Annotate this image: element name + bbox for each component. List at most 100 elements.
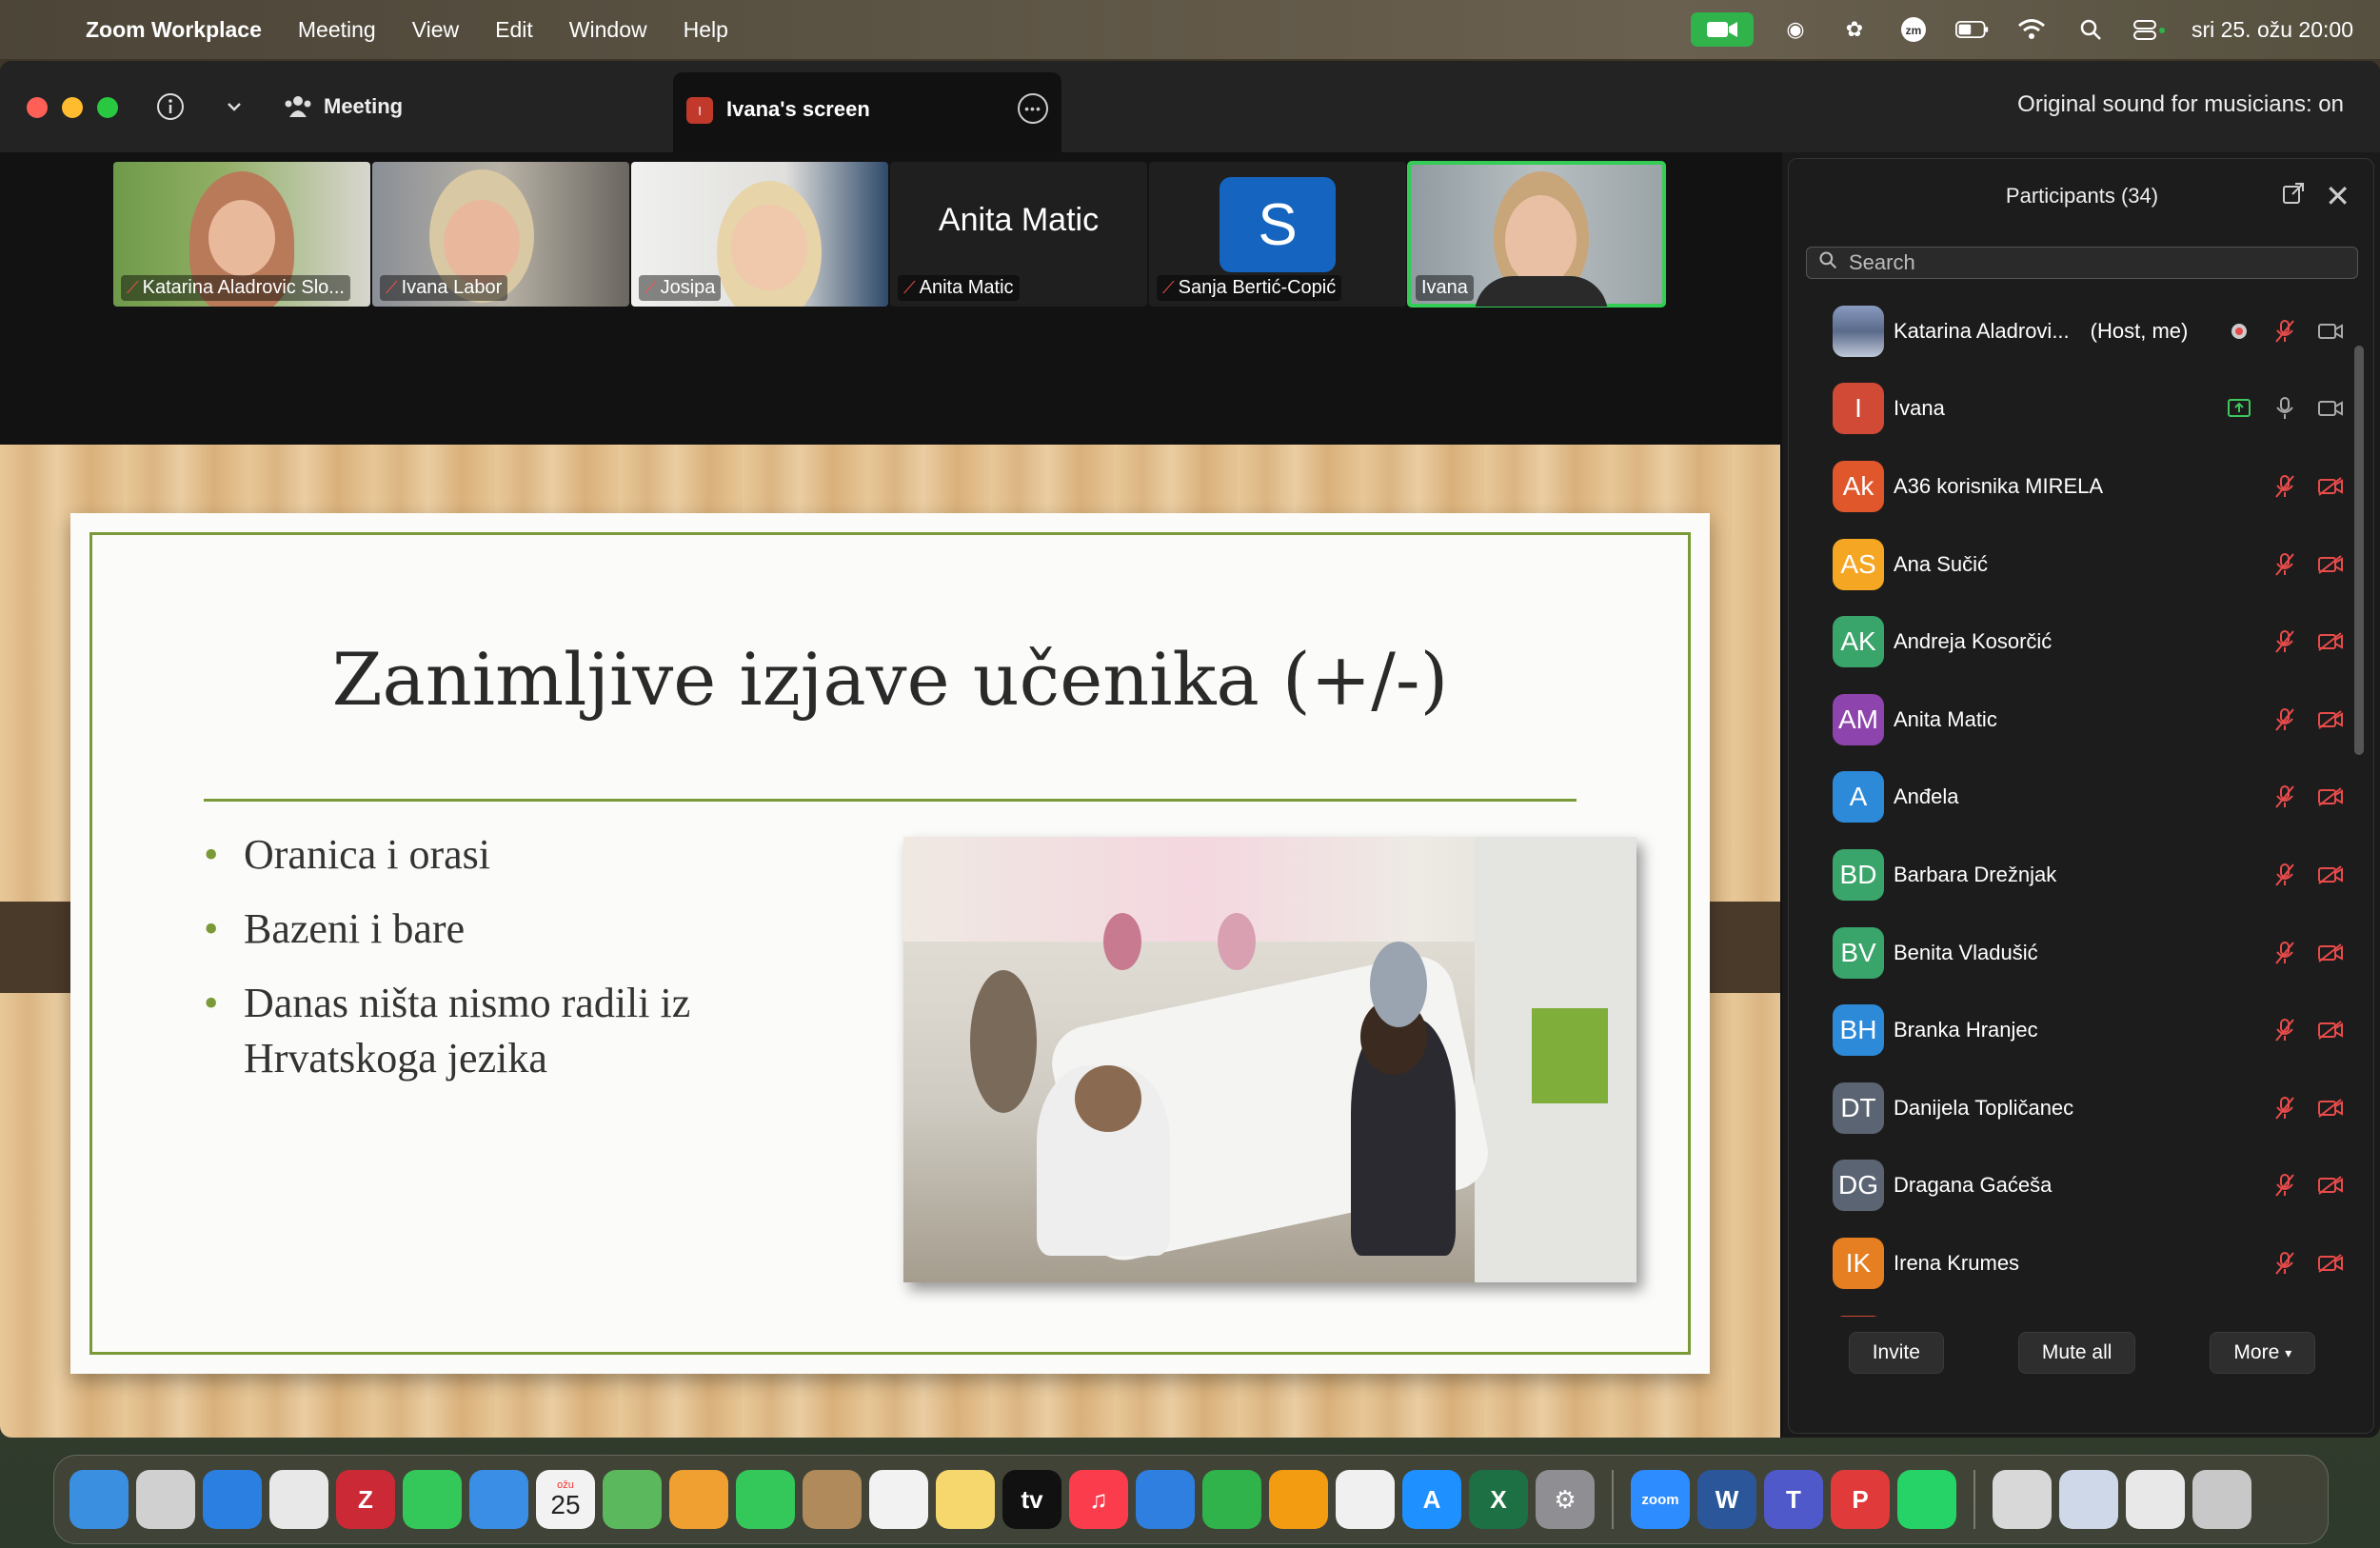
mic-off-icon[interactable] [2271,550,2299,579]
camera-off-icon[interactable] [2316,861,2345,889]
menu-edit[interactable]: Edit [495,17,533,43]
chevron-down-icon[interactable] [225,89,244,124]
mic-off-icon[interactable] [2271,939,2299,967]
video-tile[interactable]: S ⟋ Sanja Bertić-Copić [1149,162,1406,307]
more-options-icon[interactable]: ••• [1018,93,1048,124]
dock-screenshot-icon[interactable] [2059,1470,2118,1529]
participant-row[interactable]: AM Anita Matic [1789,681,2350,759]
dock-mail-icon[interactable] [469,1470,528,1529]
participant-row[interactable]: Ak A36 korisnika MIRELA [1789,447,2350,526]
mute-all-button[interactable]: Mute all [2017,1332,2136,1374]
participant-row[interactable]: AS Ana Sučić [1789,526,2350,604]
dock-chrome-icon[interactable] [269,1470,328,1529]
camera-off-icon[interactable] [2316,472,2345,501]
dock-messages-icon[interactable] [403,1470,462,1529]
camera-icon[interactable] [2316,317,2345,346]
dock-safari-icon[interactable] [203,1470,262,1529]
dock-word-icon[interactable]: W [1697,1470,1756,1529]
dock-whatsapp-icon[interactable] [1897,1470,1956,1529]
dock-zotero-icon[interactable]: Z [336,1470,395,1529]
zoom-camera-icon[interactable] [1690,12,1754,47]
mic-off-icon[interactable] [2271,861,2299,889]
participant-row[interactable]: DT Danijela Topličanec [1789,1069,2350,1147]
camera-off-icon[interactable] [2316,705,2345,734]
dock-tv-icon[interactable]: tv [1002,1470,1061,1529]
mic-off-icon[interactable] [2271,705,2299,734]
mic-off-icon[interactable] [2271,783,2299,811]
dock-finder-icon[interactable] [69,1470,129,1529]
participant-row[interactable]: BV Benita Vladušić [1789,914,2350,992]
dock-reminders-icon[interactable] [869,1470,928,1529]
dock-music-icon[interactable]: ♫ [1069,1470,1128,1529]
mic-off-icon[interactable] [2271,1171,2299,1200]
minimize-window-button[interactable] [62,97,83,118]
dock-photos-icon[interactable] [669,1470,728,1529]
participant-row[interactable]: AK Andreja Kosorčić [1789,603,2350,681]
more-button[interactable]: More ▾ [2210,1332,2316,1374]
video-tile[interactable]: ⟋ Ivana Labor [372,162,629,307]
video-tile[interactable]: Anita Matic ⟋ Anita Matic [890,162,1147,307]
participant-row[interactable]: A Anđela [1789,759,2350,837]
dock-teams-icon[interactable]: T [1764,1470,1823,1529]
dock-zoom-icon[interactable]: zoom [1631,1470,1690,1529]
menu-help[interactable]: Help [684,17,728,43]
dock-maps-icon[interactable] [603,1470,662,1529]
camera-off-icon[interactable] [2316,1249,2345,1278]
invite-button[interactable]: Invite [1848,1332,1944,1374]
close-window-button[interactable] [27,97,48,118]
control-icon[interactable]: ✿ [1837,15,1872,44]
mic-off-icon[interactable] [2271,1016,2299,1044]
mic-off-icon[interactable] [2271,1249,2299,1278]
participant-row[interactable]: Katarina Aladrovi... (Host, me) [1789,292,2350,370]
camera-off-icon[interactable] [2316,783,2345,811]
video-tile[interactable]: ⟋ Josipa [631,162,888,307]
info-icon[interactable] [156,89,185,124]
battery-icon[interactable] [1954,15,1990,44]
camera-off-icon[interactable] [2316,1094,2345,1122]
search-icon[interactable] [2073,15,2108,44]
dock-app-store-icon[interactable]: A [1402,1470,1461,1529]
camera-off-icon[interactable] [2316,1016,2345,1044]
camera-icon[interactable] [2316,394,2345,423]
participant-row[interactable]: IIvana [1789,1302,2350,1317]
dock-trash-icon[interactable] [2192,1470,2251,1529]
video-tile[interactable]: ⟋ Katarina Aladrovic Slo... [113,162,370,307]
dock-notes-icon[interactable] [936,1470,995,1529]
menu-view[interactable]: View [412,17,459,43]
mic-off-icon[interactable] [2271,627,2299,656]
dock-facetime-icon[interactable] [736,1470,795,1529]
video-tile-active-speaker[interactable]: Ivana [1407,161,1666,308]
participant-row[interactable]: IIvana [1789,370,2350,448]
participants-search[interactable] [1806,247,2358,279]
dock-acrobat-icon[interactable]: P [1831,1470,1890,1529]
meeting-view-button[interactable]: Meeting [284,89,403,124]
participant-row[interactable]: DG Dragana Gaćeša [1789,1147,2350,1225]
search-input[interactable] [1849,250,2325,275]
dock-calendar-icon[interactable]: ožu 25 [536,1470,595,1529]
dock-numbers-icon[interactable] [1202,1470,1261,1529]
participants-scrollbar[interactable] [2354,346,2364,755]
dock-downloads-icon[interactable] [1993,1470,2052,1529]
popout-icon[interactable] [2282,182,2305,211]
dock-freeform-icon[interactable] [1336,1470,1395,1529]
eye-icon[interactable]: ◉ [1778,15,1813,44]
mic-off-icon[interactable] [2271,1094,2299,1122]
close-icon[interactable]: ✕ [2325,178,2350,214]
dock-contacts-icon[interactable] [803,1470,862,1529]
participant-row[interactable]: BD Barbara Drežnjak [1789,836,2350,914]
camera-off-icon[interactable] [2316,627,2345,656]
menu-meeting[interactable]: Meeting [298,17,376,43]
control-center-icon[interactable] [2132,15,2167,44]
zm-icon[interactable]: zm [1896,15,1931,44]
mic-off-icon[interactable] [2271,317,2299,346]
dock-excel-icon[interactable]: X [1469,1470,1528,1529]
participant-row[interactable]: BH Branka Hranjec [1789,991,2350,1069]
menu-window[interactable]: Window [569,17,647,43]
menu-app-name[interactable]: Zoom Workplace [86,17,262,43]
mic-off-icon[interactable] [2271,472,2299,501]
dock-settings-icon[interactable]: ⚙ [1536,1470,1595,1529]
wifi-icon[interactable] [2014,15,2049,44]
dock-keynote-icon[interactable] [1136,1470,1195,1529]
mic-icon[interactable] [2271,394,2299,423]
camera-off-icon[interactable] [2316,939,2345,967]
